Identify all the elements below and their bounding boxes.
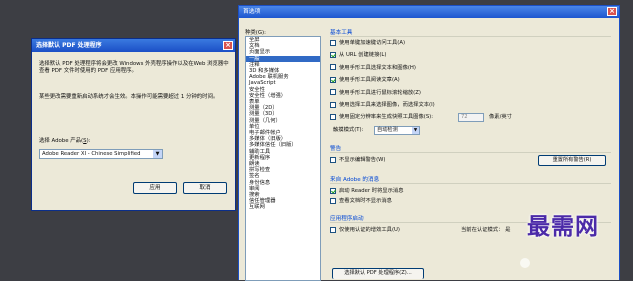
checkbox[interactable] bbox=[330, 101, 336, 108]
dialog-restart-note: 某些更改需要重新启动系统才会生效。本操作可能需要超过 1 分钟的时间。 bbox=[39, 94, 219, 100]
basic-tool-option[interactable]: 使用手形工具阅读文章(A) bbox=[330, 76, 400, 84]
basic-tool-option[interactable]: 使用手形工具选择文本和图像(H) bbox=[330, 64, 416, 72]
select-default-pdf-handler-button[interactable]: 选择默认 PDF 处理程序(Z)... bbox=[332, 268, 424, 279]
divider bbox=[330, 36, 611, 37]
divider bbox=[330, 183, 611, 184]
watermark-logo: 最需网 bbox=[527, 213, 599, 240]
default-pdf-handler-dialog: 选择默认 PDF 处理程序 × 选择默认 PDF 处理程序将会更改 Window… bbox=[31, 38, 236, 211]
basic-tool-option[interactable]: 从 URL 创建链接(L) bbox=[330, 51, 386, 59]
apply-button[interactable]: 应用 bbox=[133, 182, 177, 194]
checkbox[interactable] bbox=[330, 64, 336, 71]
basic-tool-option-label: 使用手形工具选择文本和图像(H) bbox=[339, 64, 416, 71]
checkbox-checked[interactable] bbox=[330, 76, 336, 83]
basic-tool-option-label: 使用手形工具阅读文章(A) bbox=[339, 77, 400, 84]
no-edit-warning-option[interactable]: 不显示编辑警告(W) bbox=[330, 156, 385, 164]
divider bbox=[330, 152, 611, 153]
chevron-down-icon[interactable]: ▼ bbox=[412, 127, 419, 134]
checkbox-checked[interactable] bbox=[330, 187, 336, 194]
checkbox[interactable] bbox=[330, 197, 336, 204]
checkbox[interactable] bbox=[330, 89, 336, 96]
dialog-close-icon[interactable]: × bbox=[223, 41, 233, 50]
category-list[interactable]: 全屏 文档 页面显示 一般 注释 3D 和多媒体 Adobe 联机服务 JavaScript… bbox=[245, 36, 321, 281]
preferences-close-icon[interactable]: × bbox=[607, 7, 617, 16]
adobe-message-option[interactable]: 查看文档时不显示消息 bbox=[330, 197, 392, 205]
basic-tool-option-label: 使用单键加速键访问工具(A) bbox=[339, 40, 406, 46]
checkbox[interactable] bbox=[330, 113, 336, 120]
dialog-titlebar[interactable]: 选择默认 PDF 处理程序 × bbox=[32, 39, 235, 52]
basic-tool-option-label: 从 URL 创建链接(L) bbox=[339, 52, 387, 59]
checkbox[interactable] bbox=[330, 39, 336, 46]
basic-tool-option-label: 使用固定分辨率来生成快照工具图像(S): bbox=[339, 114, 434, 121]
resolution-input[interactable]: 72 bbox=[458, 113, 484, 122]
dialog-title: 选择默认 PDF 处理程序 bbox=[36, 42, 102, 49]
product-select[interactable]: Adobe Reader XI - Chinese Simplified ▼ bbox=[39, 149, 163, 159]
basic-tool-option[interactable]: 使用固定分辨率来生成快照工具图像(S): bbox=[330, 113, 433, 121]
adobe-message-option[interactable]: 启动 Reader 时将显示消息 bbox=[330, 187, 404, 195]
category-label: 种类(G): bbox=[245, 30, 266, 36]
resolution-unit: 像素/英寸 bbox=[489, 114, 512, 120]
adobe-messages-title: 来自 Adobe 的消息 bbox=[330, 177, 380, 183]
cancel-button[interactable]: 取消 bbox=[183, 182, 227, 194]
preferences-titlebar[interactable]: 首选项 × bbox=[239, 6, 619, 18]
basic-tool-option[interactable]: 使用手形工具进行鼠标滚轮缩放(Z) bbox=[330, 89, 421, 97]
warnings-title: 警告 bbox=[330, 146, 342, 152]
watermark-badge-icon bbox=[520, 258, 530, 268]
preferences-title: 首选项 bbox=[243, 9, 261, 15]
product-select-label: 选择 Adobe 产品(S): bbox=[39, 138, 91, 144]
basic-tool-option[interactable]: 使用选择工具来选择图像，而选择文本(I) bbox=[330, 101, 435, 109]
chevron-down-icon[interactable]: ▼ bbox=[153, 150, 162, 158]
adobe-message-option-label: 查看文档时不显示消息 bbox=[339, 198, 392, 204]
reset-warnings-button[interactable]: 重置所有警告(R) bbox=[538, 155, 606, 166]
certified-mode-value: 是 bbox=[505, 227, 511, 233]
basic-tool-option-label: 使用手形工具进行鼠标滚轮缩放(Z) bbox=[339, 89, 421, 96]
checkbox[interactable] bbox=[330, 226, 336, 233]
category-item[interactable]: 互联网 bbox=[246, 204, 320, 210]
dialog-description: 选择默认 PDF 处理程序将会更改 Windows 外壳程序操作以及在Web 浏… bbox=[39, 61, 229, 74]
product-select-value: Adobe Reader XI - Chinese Simplified bbox=[42, 151, 141, 157]
basic-tool-option-label: 使用选择工具来选择图像，而选择文本(I) bbox=[339, 102, 435, 108]
resolution-value: 72 bbox=[461, 114, 468, 120]
touch-mode-select[interactable]: 自动检测 ▼ bbox=[374, 126, 420, 135]
adobe-message-option-label: 启动 Reader 时将显示消息 bbox=[339, 188, 404, 194]
checkbox-checked[interactable] bbox=[330, 51, 336, 58]
app-startup-title: 应用程序启动 bbox=[330, 216, 364, 222]
basic-tools-title: 基本工具 bbox=[330, 30, 353, 36]
certified-plugins-option[interactable]: 仅使用认证的增效工具(U) bbox=[330, 226, 400, 234]
touch-mode-value: 自动检测 bbox=[377, 127, 398, 133]
basic-tool-option[interactable]: 使用单键加速键访问工具(A) bbox=[330, 39, 405, 47]
touch-mode-label: 触摸模式(T): bbox=[333, 127, 364, 133]
certified-mode-status: 当前在认证模式： 是 bbox=[461, 227, 511, 233]
checkbox[interactable] bbox=[330, 156, 336, 163]
